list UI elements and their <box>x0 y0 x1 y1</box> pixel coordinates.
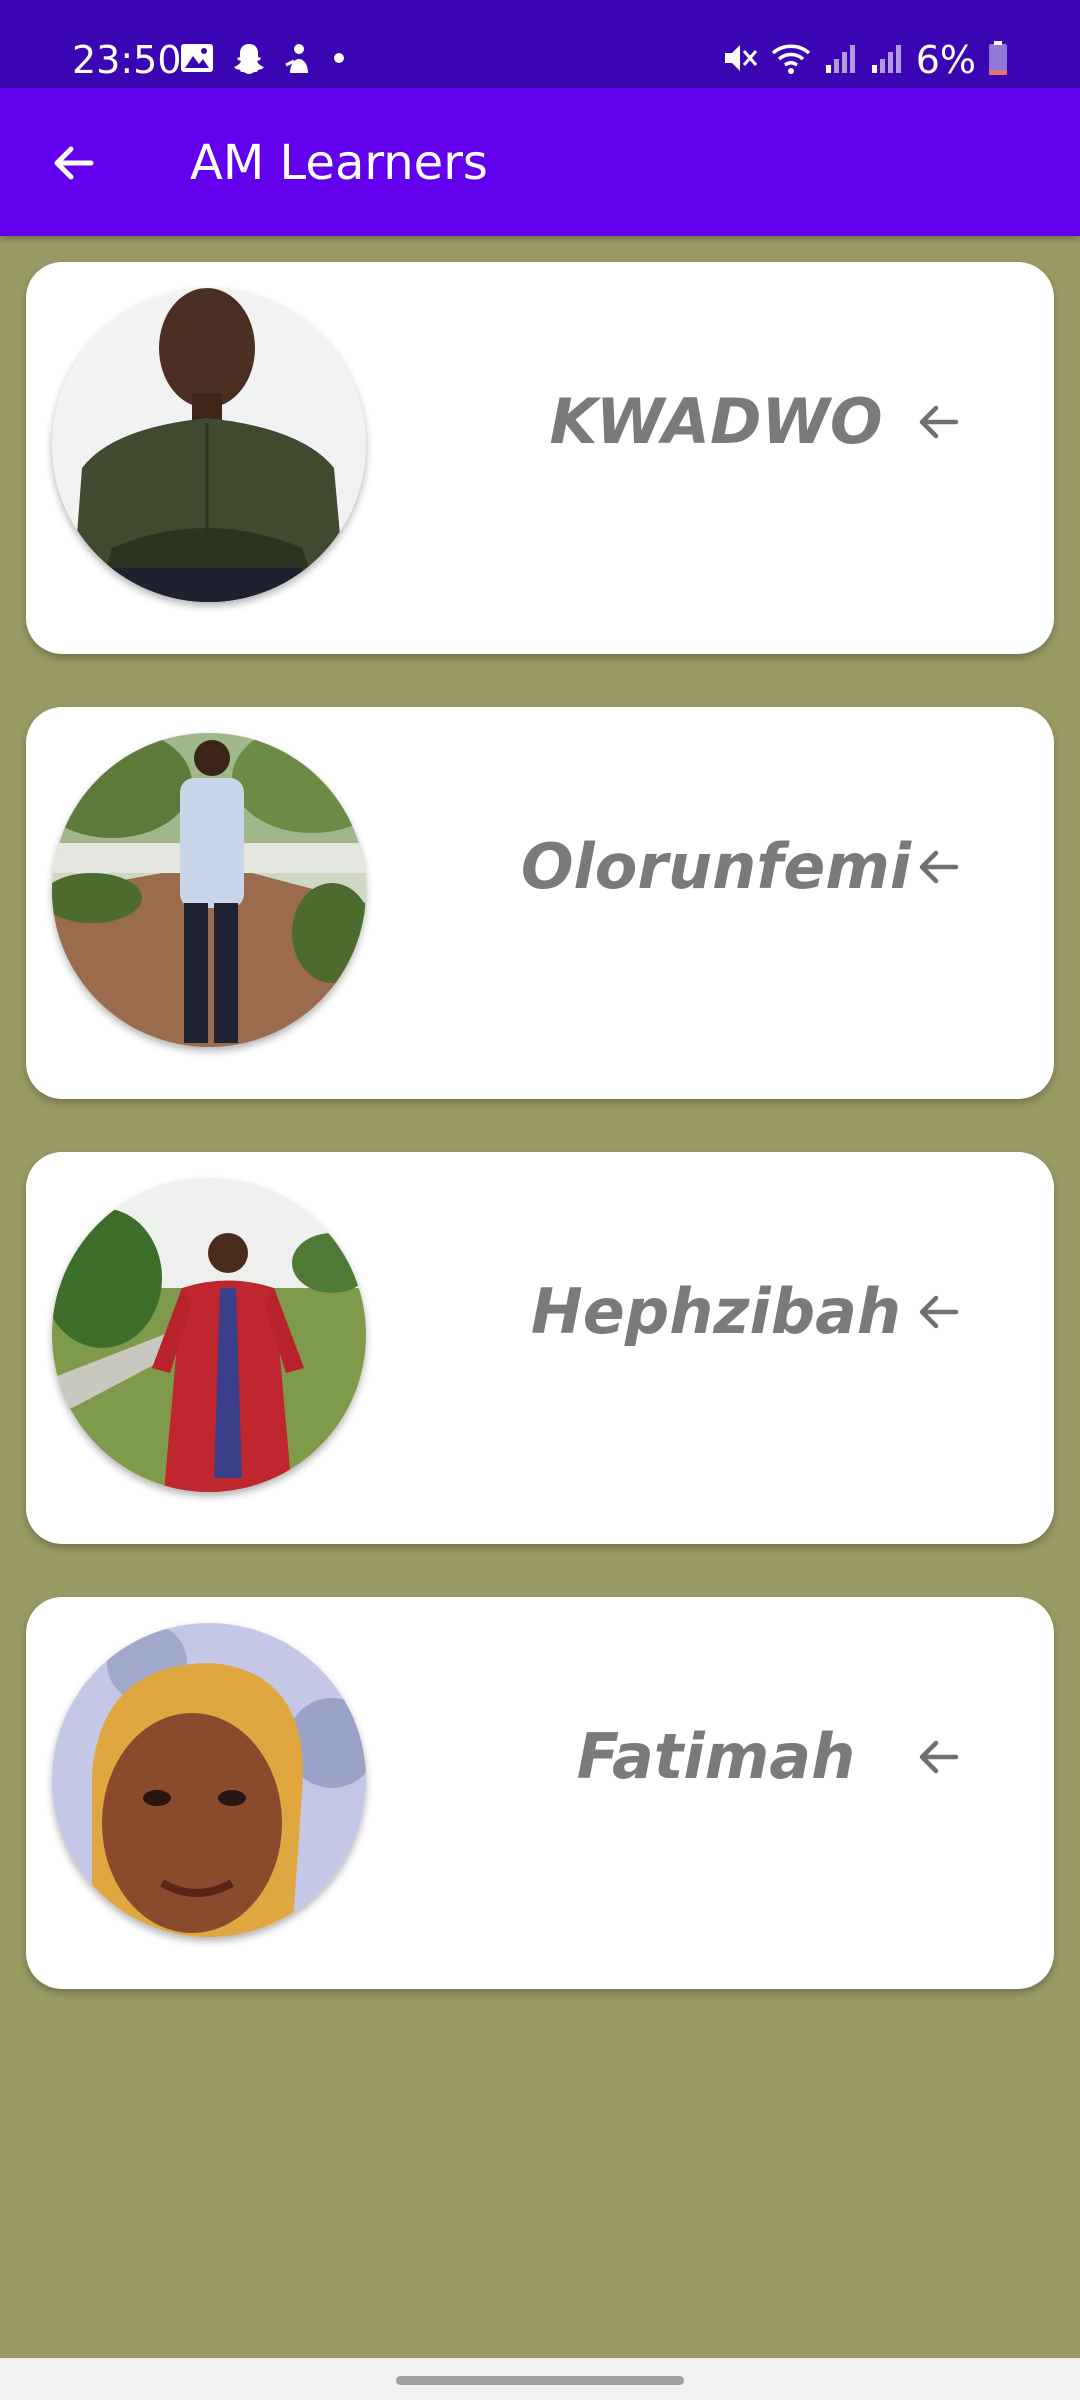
home-gesture-handle[interactable] <box>396 2376 684 2385</box>
dot-icon <box>332 51 346 70</box>
avatar <box>52 733 366 1047</box>
arrow-left-icon[interactable] <box>906 1280 970 1344</box>
snapchat-icon <box>232 41 266 80</box>
arrow-back-icon <box>54 146 94 180</box>
status-bar: 23:50 6% <box>0 0 1080 88</box>
learner-name: Hephzibah <box>530 1275 902 1348</box>
learner-name: Fatimah <box>576 1720 856 1793</box>
mute-icon <box>722 41 758 80</box>
arrow-left-icon[interactable] <box>906 390 970 454</box>
avatar <box>52 1178 366 1492</box>
learner-list: KWADWO Olorunfemi Hephzibah Fatimah <box>26 262 1054 2042</box>
app-bar: AM Learners <box>0 88 1080 236</box>
status-right-icons: 6% <box>722 36 1008 84</box>
back-button[interactable] <box>40 130 106 196</box>
learner-name: KWADWO <box>549 385 883 458</box>
page-title: AM Learners <box>190 135 488 191</box>
arrow-left-icon[interactable] <box>906 1725 970 1789</box>
learner-card-olorunfemi[interactable]: Olorunfemi <box>26 707 1054 1099</box>
battery-percentage: 6% <box>915 38 976 82</box>
learner-name: Olorunfemi <box>520 830 912 903</box>
avatar <box>52 1623 366 1937</box>
arrow-left-icon[interactable] <box>906 835 970 899</box>
navigation-bar <box>0 2358 1080 2400</box>
wifi-icon <box>770 41 812 80</box>
learner-card-fatimah[interactable]: Fatimah <box>26 1597 1054 1989</box>
notification-app-icon <box>284 41 314 80</box>
learner-card-kwadwo[interactable]: KWADWO <box>26 262 1054 654</box>
learner-card-hephzibah[interactable]: Hephzibah <box>26 1152 1054 1544</box>
gallery-icon <box>180 43 214 78</box>
signal-icon <box>870 41 904 80</box>
avatar <box>52 288 366 602</box>
battery-icon <box>988 40 1008 81</box>
status-time: 23:50 <box>72 38 182 82</box>
signal-icon <box>824 41 858 80</box>
status-left-icons <box>180 40 346 80</box>
